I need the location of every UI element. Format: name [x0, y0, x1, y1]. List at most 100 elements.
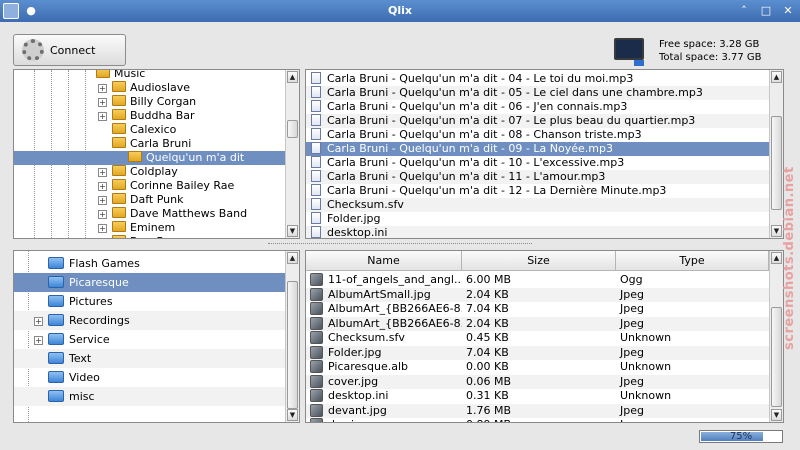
- tree-item[interactable]: + Audioslave: [14, 81, 286, 95]
- scroll-thumb[interactable]: [771, 116, 782, 210]
- scroll-thumb[interactable]: [287, 281, 298, 409]
- device-folder-item[interactable]: Video: [14, 368, 286, 387]
- file-icon: [310, 403, 323, 417]
- column-header-size[interactable]: Size: [462, 251, 616, 271]
- table-row[interactable]: AlbumArt_{BB266AE6-8... 7.04 KB Jpeg: [306, 302, 769, 316]
- file-list[interactable]: Carla Bruni - Quelqu'un m'a dit - 04 - L…: [305, 69, 784, 239]
- file-list-item[interactable]: Checksum.sfv: [306, 198, 770, 212]
- table-row[interactable]: Checksum.sfv 0.45 KB Unknown: [306, 331, 769, 345]
- expand-icon[interactable]: +: [98, 182, 107, 191]
- expand-icon[interactable]: +: [98, 112, 107, 121]
- table-row[interactable]: AlbumArt_{BB266AE6-8... 2.04 KB Jpeg: [306, 316, 769, 331]
- expand-icon[interactable]: +: [98, 224, 107, 233]
- device-folder-tree[interactable]: Flash Games Picaresque Pictures + Recordings…: [13, 250, 300, 423]
- device-folder-item[interactable]: misc: [14, 387, 286, 406]
- tree-item[interactable]: Quelqu'un m'a dit: [14, 151, 286, 165]
- file-list-scrollbar[interactable]: ▲ ▼: [769, 70, 783, 238]
- file-name: desktop.ini: [327, 226, 388, 239]
- expand-icon[interactable]: +: [34, 317, 43, 326]
- scroll-up-icon[interactable]: ▲: [287, 71, 298, 83]
- table-row[interactable]: 11-of_angels_and_angl... 6.00 MB Ogg: [306, 273, 769, 287]
- file-icon: [311, 156, 321, 168]
- cell-type: Jpeg: [620, 345, 644, 359]
- table-row[interactable]: Picaresque.alb 0.00 KB Unknown: [306, 360, 769, 374]
- scroll-thumb[interactable]: [287, 120, 298, 138]
- expand-icon[interactable]: +: [98, 210, 107, 219]
- file-list-item[interactable]: Carla Bruni - Quelqu'un m'a dit - 07 - L…: [306, 114, 770, 128]
- scroll-down-icon[interactable]: ▼: [287, 409, 298, 421]
- expand-icon[interactable]: +: [98, 238, 107, 239]
- table-row[interactable]: devant.jpg 1.76 MB Jpeg: [306, 403, 769, 418]
- device-folder-item[interactable]: Picaresque: [14, 273, 286, 292]
- expand-icon[interactable]: +: [98, 196, 107, 205]
- file-list-item[interactable]: Folder.jpg: [306, 212, 770, 226]
- table-row[interactable]: AlbumArtSmall.jpg 2.04 KB Jpeg: [306, 287, 769, 302]
- tree-item[interactable]: Calexico: [14, 123, 286, 137]
- device-table-scrollbar[interactable]: ▲ ▼: [769, 251, 783, 422]
- device-folder-item[interactable]: Flash Games: [14, 254, 286, 273]
- tree-item[interactable]: + Corinne Bailey Rae: [14, 179, 286, 193]
- file-list-item[interactable]: Carla Bruni - Quelqu'un m'a dit - 08 - C…: [306, 128, 770, 142]
- file-list-item[interactable]: Carla Bruni - Quelqu'un m'a dit - 12 - L…: [306, 184, 770, 198]
- file-list-item[interactable]: Carla Bruni - Quelqu'un m'a dit - 04 - L…: [306, 72, 770, 86]
- minimize-icon[interactable]: ˄: [736, 3, 752, 19]
- table-row[interactable]: cover.jpg 0.06 MB Jpeg: [306, 374, 769, 389]
- close-icon[interactable]: ✕: [780, 3, 796, 19]
- device-folder-item[interactable]: Text: [14, 349, 286, 368]
- device-folder-item[interactable]: Pictures: [14, 292, 286, 311]
- connect-label: Connect: [50, 43, 96, 57]
- tree-item[interactable]: + Buddha Bar: [14, 109, 286, 123]
- tree-item[interactable]: + Eminem: [14, 221, 286, 235]
- tree-item[interactable]: Music: [14, 70, 286, 81]
- table-row[interactable]: dos.jpg 0.89 MBJpeg: [306, 418, 769, 422]
- column-header-type[interactable]: Type: [616, 251, 769, 271]
- expand-icon[interactable]: +: [98, 84, 107, 93]
- table-row[interactable]: Folder.jpg 7.04 KB Jpeg: [306, 345, 769, 360]
- scroll-up-icon[interactable]: ▲: [771, 252, 782, 264]
- tree-item[interactable]: + Coldplay: [14, 165, 286, 179]
- connect-button[interactable]: Connect: [13, 34, 126, 66]
- device-space-info: Free space: 3.28 GB Total space: 3.77 GB: [659, 38, 762, 64]
- file-icon: [311, 226, 321, 238]
- tree-item[interactable]: + Froy Froy: [14, 235, 286, 239]
- total-space-label: Total space:: [659, 52, 719, 63]
- scroll-down-icon[interactable]: ▼: [771, 409, 782, 421]
- pane-splitter[interactable]: [268, 243, 532, 246]
- file-name: Carla Bruni - Quelqu'un m'a dit - 08 - C…: [327, 128, 642, 141]
- column-header-name[interactable]: Name: [306, 251, 462, 271]
- table-row[interactable]: desktop.ini 0.31 KB Unknown: [306, 389, 769, 403]
- maximize-icon[interactable]: □: [758, 3, 774, 19]
- cell-name: desktop.ini: [306, 389, 462, 403]
- file-icon: [310, 389, 323, 402]
- tree-item[interactable]: + Billy Corgan: [14, 95, 286, 109]
- scroll-down-icon[interactable]: ▼: [287, 225, 298, 237]
- cell-type: Unknown: [620, 360, 672, 373]
- file-list-item[interactable]: Carla Bruni - Quelqu'un m'a dit - 05 - L…: [306, 86, 770, 100]
- tree-item[interactable]: Carla Bruni: [14, 137, 286, 151]
- device-folder-label: Pictures: [69, 295, 113, 308]
- tree-item[interactable]: + Daft Punk: [14, 193, 286, 207]
- music-tree-scrollbar[interactable]: ▲ ▼: [285, 70, 299, 238]
- file-list-item[interactable]: Carla Bruni - Quelqu'un m'a dit - 10 - L…: [306, 156, 770, 170]
- file-list-item[interactable]: Carla Bruni - Quelqu'un m'a dit - 09 - L…: [306, 142, 770, 156]
- music-tree[interactable]: Music + Audioslave + Billy Corgan + Buddha Bar…: [13, 69, 300, 239]
- scroll-thumb[interactable]: [771, 307, 782, 407]
- device-tree-scrollbar[interactable]: ▲ ▼: [285, 251, 299, 422]
- expand-icon[interactable]: +: [34, 336, 43, 345]
- expand-icon[interactable]: +: [98, 168, 107, 177]
- device-folder-item[interactable]: + Service: [14, 330, 286, 349]
- file-icon: [311, 142, 321, 154]
- tree-item[interactable]: + Dave Matthews Band: [14, 207, 286, 221]
- expand-icon[interactable]: +: [98, 98, 107, 107]
- device-file-table[interactable]: Name Size Type 11-of_angels_and_angl... 6…: [305, 250, 784, 423]
- folder-icon: [112, 193, 126, 204]
- file-list-item[interactable]: Carla Bruni - Quelqu'un m'a dit - 06 - J…: [306, 100, 770, 114]
- device-folder-item[interactable]: + Recordings: [14, 311, 286, 330]
- folder-icon: [112, 109, 126, 120]
- scroll-up-icon[interactable]: ▲: [771, 71, 782, 83]
- file-list-item[interactable]: Carla Bruni - Quelqu'un m'a dit - 11 - L…: [306, 170, 770, 184]
- cell-name-text: AlbumArt_{BB266AE6-8...: [328, 316, 462, 330]
- scroll-up-icon[interactable]: ▲: [287, 252, 298, 264]
- file-list-item[interactable]: desktop.ini: [306, 226, 770, 239]
- scroll-down-icon[interactable]: ▼: [771, 225, 782, 237]
